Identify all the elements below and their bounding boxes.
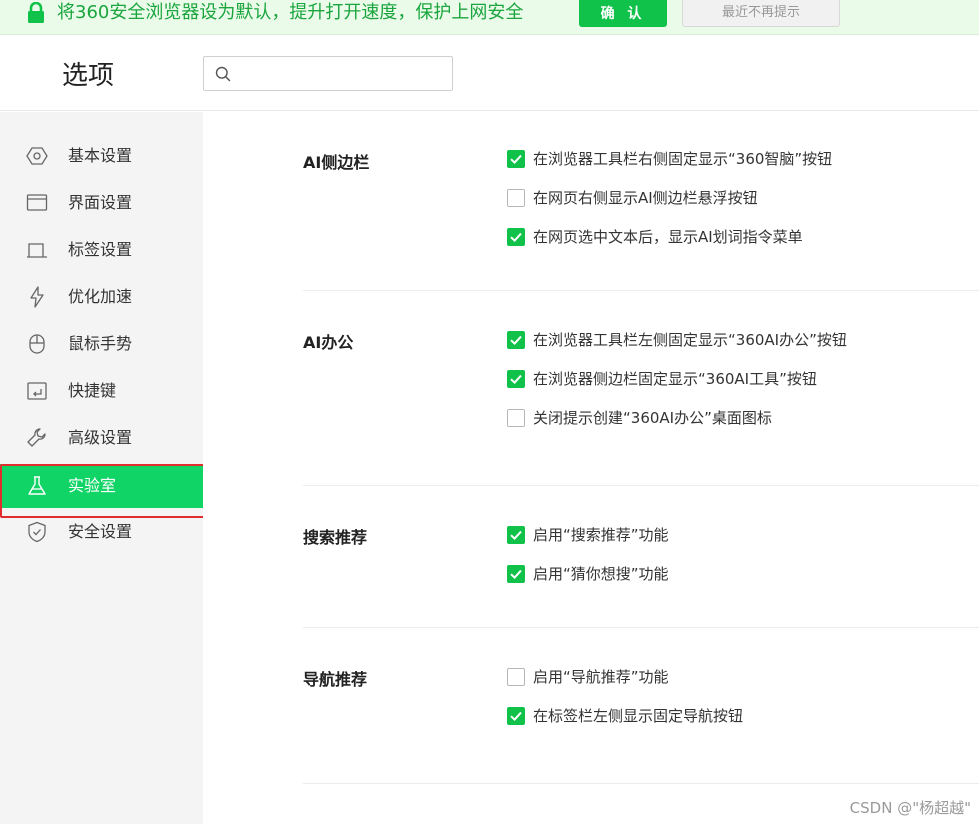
page-title: 选项 <box>62 61 115 91</box>
sidebar-item-label: 基本设置 <box>68 146 133 165</box>
option-label: 在浏览器工具栏右侧固定显示“360智脑”按钮 <box>533 150 833 168</box>
option-label: 启用“搜索推荐”功能 <box>533 526 669 544</box>
search-icon <box>215 66 231 82</box>
section-ai-sidebar: AI侧边栏 在浏览器工具栏右侧固定显示“360智脑”按钮 在网页右侧显示AI侧边… <box>303 112 979 291</box>
tab-icon <box>27 243 47 258</box>
shield-icon <box>28 521 46 543</box>
notification-text: 将360安全浏览器设为默认，提升打开速度，保护上网安全 <box>57 2 524 23</box>
option-label: 在网页右侧显示AI侧边栏悬浮按钮 <box>533 189 758 207</box>
keyboard-shortcut-icon <box>27 382 47 400</box>
sidebar-item-label: 快捷键 <box>68 381 117 400</box>
checkbox-checked[interactable] <box>507 370 525 388</box>
sidebar-item-label: 界面设置 <box>68 193 133 212</box>
sidebar-item-advanced-settings[interactable]: 高级设置 <box>0 416 203 460</box>
highlight-annotation-box <box>0 464 214 518</box>
lightning-icon <box>30 286 44 308</box>
checkbox-checked[interactable] <box>507 331 525 349</box>
section-title: 搜索推荐 <box>303 528 368 547</box>
sidebar-item-tab-settings[interactable]: 标签设置 <box>0 228 203 272</box>
checkbox-checked[interactable] <box>507 228 525 246</box>
option-label: 在网页选中文本后，显示AI划词指令菜单 <box>533 228 803 246</box>
sidebar-item-interface-settings[interactable]: 界面设置 <box>0 181 203 225</box>
lab-settings-panel: AI侧边栏 在浏览器工具栏右侧固定显示“360智脑”按钮 在网页右侧显示AI侧边… <box>203 112 979 824</box>
sidebar-item-label: 高级设置 <box>68 428 133 447</box>
sidebar-item-label: 优化加速 <box>68 287 133 306</box>
option-label: 启用“猜你想搜”功能 <box>533 565 669 583</box>
section-title: AI侧边栏 <box>303 153 370 172</box>
option-label: 在浏览器侧边栏固定显示“360AI工具”按钮 <box>533 370 817 388</box>
option-label: 关闭提示创建“360AI办公”桌面图标 <box>533 409 772 427</box>
window-icon <box>26 194 48 211</box>
default-browser-notification-bar: 将360安全浏览器设为默认，提升打开速度，保护上网安全 确 认 最近不再提示 <box>0 0 979 35</box>
options-header: 选项 <box>0 35 979 111</box>
option-label: 在标签栏左侧显示固定导航按钮 <box>533 707 744 725</box>
checkbox-checked[interactable] <box>507 565 525 583</box>
sidebar-item-mouse-gestures[interactable]: 鼠标手势 <box>0 322 203 366</box>
checkbox-unchecked[interactable] <box>507 409 525 427</box>
dont-remind-button[interactable]: 最近不再提示 <box>682 0 840 27</box>
search-box[interactable] <box>203 56 453 91</box>
section-ai-office: AI办公 在浏览器工具栏左侧固定显示“360AI办公”按钮 在浏览器侧边栏固定显… <box>303 291 979 486</box>
option-label: 启用“导航推荐”功能 <box>533 668 669 686</box>
sidebar-item-speed-optimization[interactable]: 优化加速 <box>0 275 203 319</box>
checkbox-unchecked[interactable] <box>507 189 525 207</box>
hexagon-settings-icon <box>26 147 48 165</box>
checkbox-unchecked[interactable] <box>507 668 525 686</box>
section-nav-recommend: 导航推荐 启用“导航推荐”功能 在标签栏左侧显示固定导航按钮 <box>303 628 979 784</box>
csdn-watermark: CSDN @"杨超越" <box>849 799 971 817</box>
search-input[interactable] <box>238 61 443 86</box>
section-search-recommend: 搜索推荐 启用“搜索推荐”功能 启用“猜你想搜”功能 <box>303 486 979 628</box>
section-title: 导航推荐 <box>303 670 368 689</box>
sidebar-item-shortcuts[interactable]: 快捷键 <box>0 369 203 413</box>
checkbox-checked[interactable] <box>507 150 525 168</box>
sidebar-item-label: 鼠标手势 <box>68 334 133 353</box>
lock-icon <box>28 2 44 23</box>
checkbox-checked[interactable] <box>507 526 525 544</box>
sidebar-item-label: 标签设置 <box>68 240 133 259</box>
sidebar-item-basic-settings[interactable]: 基本设置 <box>0 134 203 178</box>
mouse-icon <box>29 334 45 354</box>
wrench-icon <box>27 428 46 447</box>
option-label: 在浏览器工具栏左侧固定显示“360AI办公”按钮 <box>533 331 847 349</box>
confirm-default-button[interactable]: 确 认 <box>579 0 667 27</box>
checkbox-checked[interactable] <box>507 707 525 725</box>
section-title: AI办公 <box>303 333 354 352</box>
